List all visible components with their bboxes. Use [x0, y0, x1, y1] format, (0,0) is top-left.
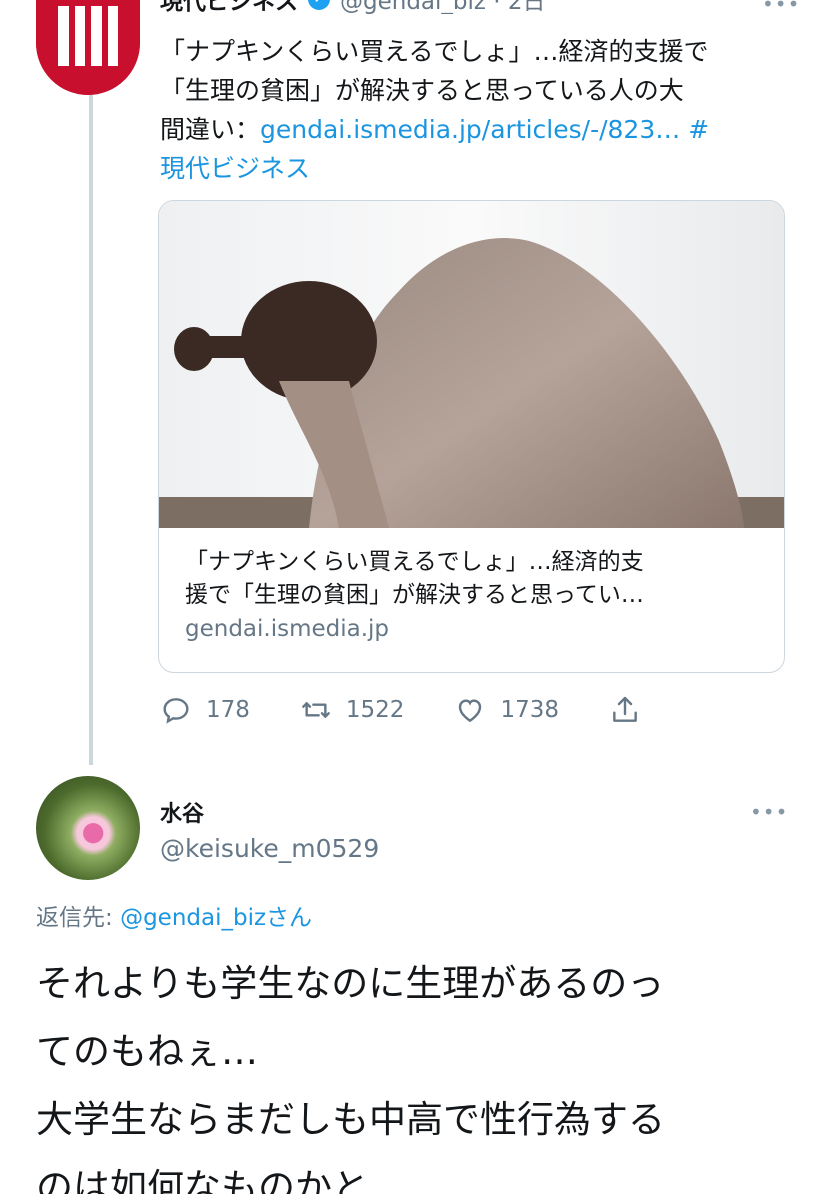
reply-count: 178 — [206, 697, 250, 723]
reply-to: 返信先: @gendai_bizさん — [36, 898, 312, 932]
retweet-count: 1522 — [345, 697, 405, 723]
link-card[interactable]: 「ナプキンくらい買えるでしょ」…経済的支 援で「生理の貧困」が解決すると思ってい… — [158, 200, 785, 673]
reply-to-mention[interactable]: @gendai_bizさん — [120, 905, 312, 931]
hashtag-link[interactable]: 現代ビジネス — [160, 149, 790, 188]
article-link[interactable]: gendai.ismedia.jp/articles/-/823… — [260, 115, 680, 144]
share-button[interactable] — [609, 694, 641, 726]
reply-text-line: 大学生ならまだしも中高で性行為する — [36, 1098, 665, 1141]
hashtag-symbol[interactable]: # — [688, 115, 709, 144]
more-icon[interactable]: ••• — [750, 800, 788, 824]
reply-text-line: てのもねぇ… — [36, 1030, 258, 1073]
card-photo — [159, 201, 784, 528]
share-icon — [613, 696, 637, 722]
author-handle[interactable]: @gendai_biz · 2日 — [340, 0, 546, 14]
like-count: 1738 — [500, 697, 559, 723]
card-domain: gendai.ismedia.jp — [185, 616, 390, 642]
reply-button[interactable]: 178 — [160, 694, 250, 726]
reply-author-handle[interactable]: @keisuke_m0529 — [160, 834, 379, 863]
gendai-avatar[interactable] — [36, 0, 140, 95]
reply-text: それよりも学生なのに生理があるのっ てのもねぇ… 大学生ならまだしも中高で性行為… — [36, 950, 796, 1194]
tweet-header: 現代ビジネス ✓ @gendai_biz · 2日 — [160, 0, 546, 14]
thread-line — [89, 95, 93, 765]
reply-text-line: それよりも学生なのに生理があるのっ — [36, 962, 665, 1005]
reply-text-line: のは如何なものかと — [36, 1166, 369, 1194]
more-icon[interactable]: ••• — [762, 0, 800, 16]
reply-author-name[interactable]: 水谷 — [160, 796, 204, 828]
card-title-line: 援で「生理の貧困」が解決すると思ってい… — [185, 582, 644, 608]
tweet-text: 「ナプキンくらい買えるでしょ」…経済的支援で 「生理の貧困」が解決すると思ってい… — [160, 32, 790, 188]
card-title-line: 「ナプキンくらい買えるでしょ」…経済的支 — [185, 549, 644, 575]
tweet-actions: 178 1522 1738 — [160, 688, 700, 732]
tweet-text-prefix: 間違い： — [160, 115, 261, 144]
author-name[interactable]: 現代ビジネス — [160, 0, 298, 14]
reply-author-avatar[interactable] — [36, 776, 140, 880]
reply-to-label: 返信先: — [36, 905, 121, 931]
gendai-logo — [58, 6, 118, 66]
tweet-text-line: 「生理の貧困」が解決すると思っている人の大 — [160, 76, 684, 105]
card-image — [159, 201, 784, 528]
retweet-icon — [302, 702, 330, 718]
card-body: 「ナプキンくらい買えるでしょ」…経済的支 援で「生理の貧困」が解決すると思ってい… — [185, 546, 775, 646]
reply-icon — [163, 698, 189, 724]
tweet-text-line: 間違い：gendai.ismedia.jp/articles/-/823… # — [160, 110, 790, 149]
like-button[interactable]: 1738 — [454, 694, 559, 726]
retweet-button[interactable]: 1522 — [300, 694, 405, 726]
heart-icon — [459, 699, 482, 723]
tweet-text-line: 「ナプキンくらい買えるでしょ」…経済的支援で — [160, 37, 709, 66]
verified-badge-icon: ✓ — [308, 0, 330, 10]
